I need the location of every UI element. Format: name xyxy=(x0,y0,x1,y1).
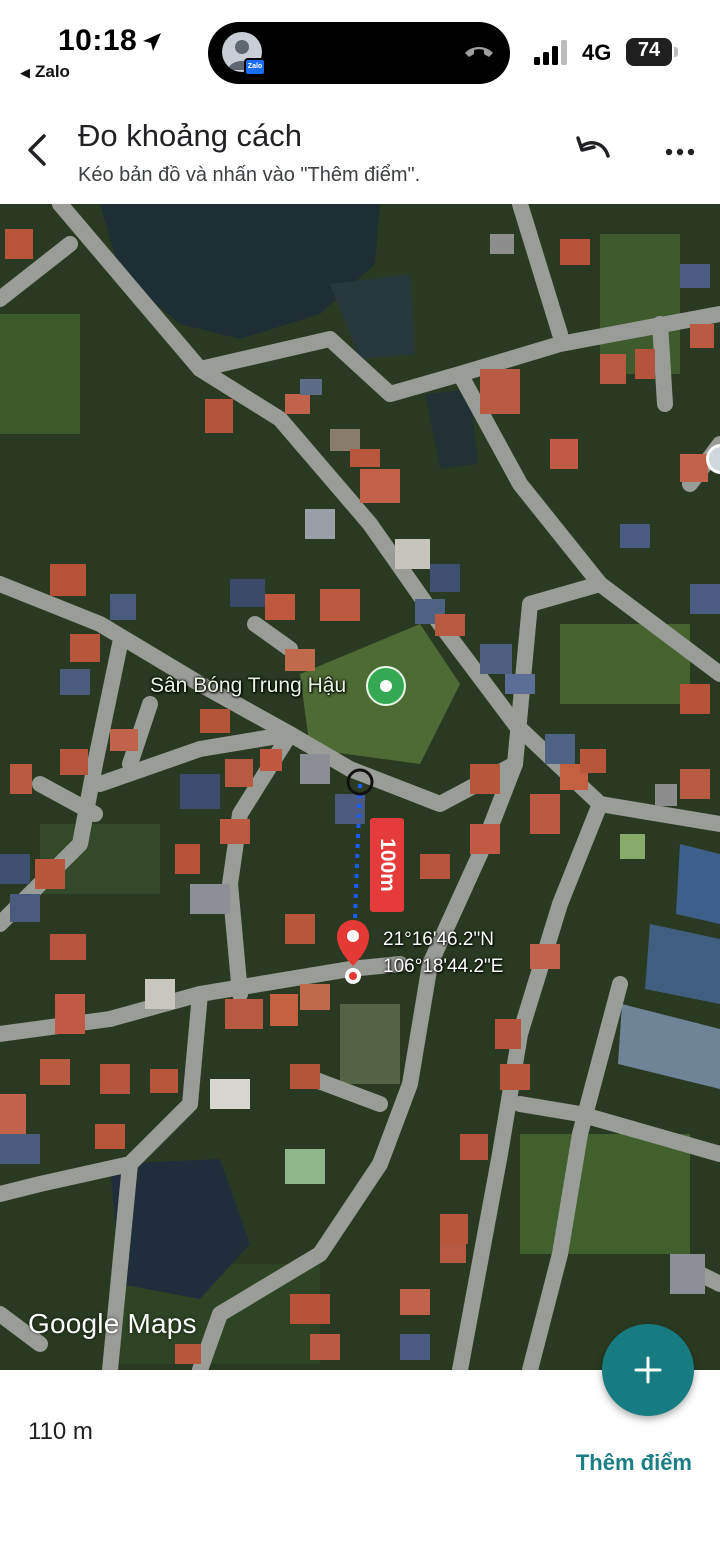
segment-distance-text: 100m xyxy=(376,838,399,892)
dynamic-island[interactable]: Zalo xyxy=(208,22,510,84)
battery-cap xyxy=(674,47,678,57)
google-maps-attribution: Google Maps xyxy=(28,1308,197,1339)
add-point-button[interactable] xyxy=(602,1324,694,1416)
map-imagery xyxy=(0,204,720,1370)
longitude: 106°18'44.2"E xyxy=(383,956,504,977)
page-subtitle: Kéo bản đồ và nhấn vào "Thêm điểm". xyxy=(78,164,421,186)
battery-indicator: 74 xyxy=(626,38,678,66)
back-app-label: Zalo xyxy=(35,62,70,81)
zalo-badge: Zalo xyxy=(244,58,266,76)
back-to-app-link[interactable]: ◀ Zalo xyxy=(20,62,70,82)
place-label[interactable]: Sân Bóng Trung Hậu xyxy=(150,674,346,698)
place-pin-icon[interactable] xyxy=(366,666,406,706)
status-bar: 10:18 ◀ Zalo Zalo 4G 74 xyxy=(0,0,720,92)
chevron-left-icon[interactable] xyxy=(16,128,60,172)
total-distance: 110 m xyxy=(28,1418,93,1445)
location-arrow-icon xyxy=(143,33,161,51)
segment-distance-badge: 100m xyxy=(370,818,404,912)
more-horizontal-icon[interactable] xyxy=(658,134,702,170)
status-time: 10:18 xyxy=(58,24,138,57)
page-title: Đo khoảng cách xyxy=(78,118,303,153)
coordinates-readout: 21°16'46.2"N 106°18'44.2"E xyxy=(383,926,503,980)
latitude: 21°16'46.2"N xyxy=(383,929,494,950)
undo-icon[interactable] xyxy=(572,134,616,170)
network-type: 4G xyxy=(582,40,612,65)
back-triangle-icon: ◀ xyxy=(20,65,30,80)
add-point-label[interactable]: Thêm điểm xyxy=(576,1450,692,1476)
battery-level: 74 xyxy=(637,39,661,61)
app-header: Đo khoảng cách Kéo bản đồ và nhấn vào "T… xyxy=(0,92,720,204)
phone-hangup-icon xyxy=(465,47,493,57)
satellite-map[interactable]: Sân Bóng Trung Hậu 100m 21°16'46.2"N 106… xyxy=(0,204,720,1370)
plus-icon xyxy=(634,1356,662,1384)
cell-signal-icon xyxy=(534,40,567,65)
